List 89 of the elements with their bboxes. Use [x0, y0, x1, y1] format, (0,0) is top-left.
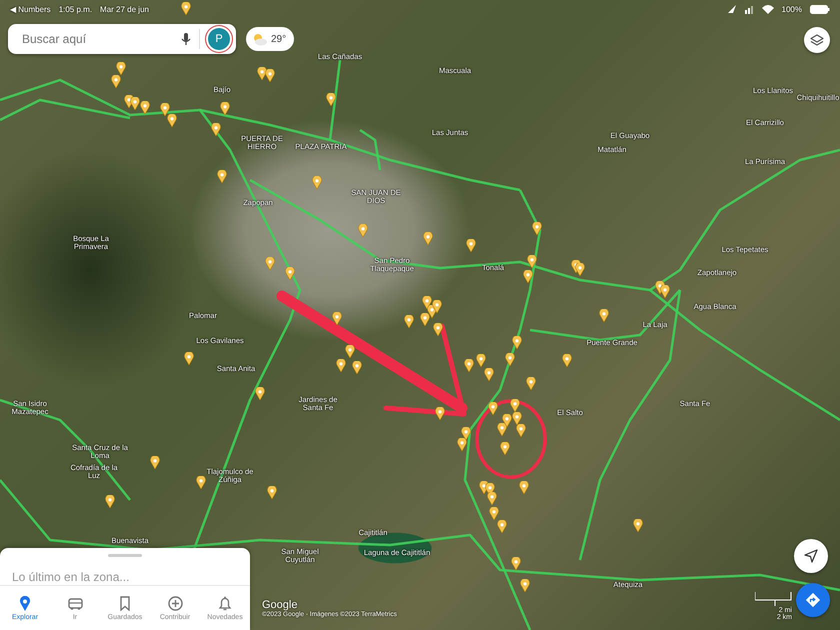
place-pin-icon[interactable]: [196, 476, 206, 489]
place-pin-icon[interactable]: [510, 399, 520, 412]
place-pin-icon[interactable]: [435, 407, 445, 420]
place-pin-icon[interactable]: [267, 486, 277, 499]
place-pin-icon[interactable]: [633, 519, 643, 532]
wifi-icon: [762, 4, 774, 14]
place-pin-icon[interactable]: [150, 456, 160, 469]
place-pin-icon[interactable]: [404, 315, 414, 328]
signal-icon: [744, 4, 754, 14]
back-to-app-link[interactable]: ◀ Numbers: [10, 4, 51, 14]
place-pin-icon[interactable]: [265, 257, 275, 270]
place-pin-icon[interactable]: [512, 412, 522, 425]
place-pin-icon[interactable]: [352, 361, 362, 374]
bookmark-icon: [119, 596, 131, 610]
sheet-title: Lo último en la zona...: [12, 570, 130, 584]
search-field[interactable]: Buscar aquí P: [8, 24, 236, 54]
place-pin-icon[interactable]: [497, 520, 507, 533]
place-pin-icon[interactable]: [526, 377, 536, 390]
place-pin-icon[interactable]: [516, 424, 526, 437]
google-logo: Google: [262, 599, 298, 611]
place-pin-icon[interactable]: [527, 255, 537, 268]
place-pin-icon[interactable]: [502, 414, 512, 427]
place-pin-icon[interactable]: [497, 423, 507, 436]
place-pin-icon[interactable]: [422, 296, 432, 309]
place-pin-icon[interactable]: [265, 69, 275, 82]
place-pin-icon[interactable]: [332, 312, 342, 325]
place-pin-icon[interactable]: [433, 323, 443, 336]
place-pin-icon[interactable]: [511, 557, 521, 570]
map-pin-icon: [19, 596, 31, 610]
place-pin-icon[interactable]: [487, 492, 497, 505]
place-pin-icon[interactable]: [532, 222, 542, 235]
profile-avatar[interactable]: P: [208, 28, 230, 50]
place-pin-icon[interactable]: [423, 232, 433, 245]
place-pin-icon[interactable]: [257, 67, 267, 80]
place-pin-icon[interactable]: [461, 427, 471, 440]
place-pin-icon[interactable]: [217, 170, 227, 183]
place-pin-icon[interactable]: [312, 176, 322, 189]
place-pin-icon[interactable]: [116, 62, 126, 75]
status-time: 1:05 p.m.: [58, 4, 92, 14]
place-pin-icon[interactable]: [562, 354, 572, 367]
place-pin-icon[interactable]: [523, 270, 533, 283]
place-pin-icon[interactable]: [255, 387, 265, 400]
place-pin-icon[interactable]: [464, 359, 474, 372]
place-pin-icon[interactable]: [184, 352, 194, 365]
place-pin-icon[interactable]: [140, 101, 150, 114]
place-pin-icon[interactable]: [520, 579, 530, 592]
satellite-map[interactable]: [0, 0, 840, 630]
place-pin-icon[interactable]: [420, 313, 430, 326]
place-pin-icon[interactable]: [512, 336, 522, 349]
place-pin-icon[interactable]: [484, 368, 494, 381]
place-pin-icon[interactable]: [489, 507, 499, 520]
place-pin-icon[interactable]: [160, 103, 170, 116]
microphone-icon[interactable]: [181, 33, 191, 45]
layers-icon: [810, 34, 824, 46]
battery-percent: 100%: [782, 4, 802, 14]
place-pin-icon[interactable]: [519, 481, 529, 494]
status-date: Mar 27 de jun: [100, 4, 149, 14]
place-pin-icon[interactable]: [181, 2, 191, 15]
place-pin-icon[interactable]: [488, 402, 498, 415]
add-circle-icon: [168, 596, 182, 610]
navigation-arrow-icon: [804, 549, 818, 563]
place-pin-icon[interactable]: [326, 93, 336, 106]
place-pin-icon[interactable]: [660, 285, 670, 298]
place-pin-icon[interactable]: [466, 239, 476, 252]
weather-chip[interactable]: 29°: [246, 27, 294, 51]
place-pin-icon[interactable]: [476, 354, 486, 367]
place-pin-icon[interactable]: [336, 359, 346, 372]
place-pin-icon[interactable]: [505, 353, 515, 366]
place-pin-icon[interactable]: [575, 263, 585, 276]
place-pin-icon[interactable]: [130, 97, 140, 110]
place-pin-icon[interactable]: [457, 438, 467, 451]
drag-handle[interactable]: [108, 554, 142, 557]
sun-cloud-icon: [252, 32, 268, 46]
place-pin-icon[interactable]: [111, 75, 121, 88]
place-pin-icon[interactable]: [211, 123, 221, 136]
place-pin-icon[interactable]: [167, 114, 177, 127]
battery-icon: [810, 4, 830, 14]
place-pin-icon[interactable]: [345, 345, 355, 358]
place-pin-icon[interactable]: [220, 102, 230, 115]
place-pin-icon[interactable]: [105, 495, 115, 508]
scale-bar-icon: [755, 592, 792, 607]
place-pin-icon[interactable]: [358, 224, 368, 237]
place-pin-icon[interactable]: [599, 309, 609, 322]
place-pin-icon[interactable]: [500, 442, 510, 455]
bus-car-icon: [68, 596, 82, 610]
bell-icon: [218, 596, 232, 610]
place-pin-icon[interactable]: [432, 300, 442, 313]
location-arrow-icon: [726, 4, 737, 14]
place-pin-icon[interactable]: [285, 267, 295, 280]
